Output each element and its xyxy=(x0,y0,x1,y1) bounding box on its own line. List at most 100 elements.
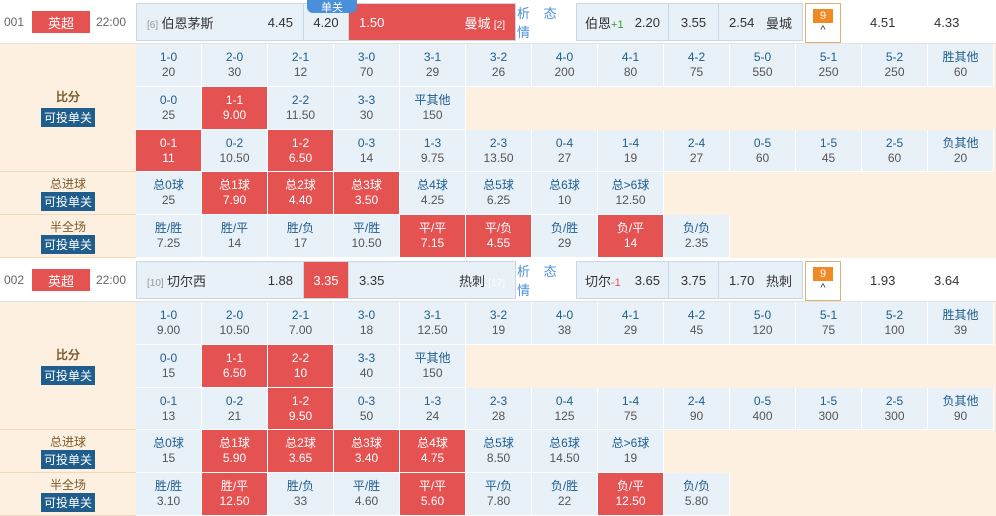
away-win-cell[interactable]: 3.35 热刺 [17] xyxy=(349,262,515,298)
away-win-cell[interactable]: 1.50 曼城 [2] xyxy=(349,4,515,40)
score-option[interactable]: 2-2 10 xyxy=(268,345,334,388)
halffull-option[interactable]: 胜/负 17 xyxy=(268,215,334,258)
home-win-cell[interactable]: [6] 伯恩茅斯 4.45 xyxy=(137,4,304,40)
score-option[interactable]: 5-1 250 xyxy=(796,44,862,87)
halffull-option[interactable]: 平/负 4.55 xyxy=(466,215,532,258)
handicap-win[interactable]: 伯恩+1 2.20 xyxy=(577,4,669,40)
score-option[interactable]: 5-0 120 xyxy=(730,302,796,345)
league-badge[interactable]: 英超 xyxy=(32,269,90,291)
halffull-option[interactable]: 胜/胜 7.25 xyxy=(136,215,202,258)
score-option[interactable]: 5-2 100 xyxy=(862,302,928,345)
score-option[interactable]: 1-0 20 xyxy=(136,44,202,87)
score-option[interactable]: 4-1 80 xyxy=(598,44,664,87)
single-allowed-badge[interactable]: 可投单关 xyxy=(40,493,95,512)
single-allowed-badge[interactable]: 可投单关 xyxy=(40,108,95,127)
goals-option[interactable]: 总4球 4.25 xyxy=(400,172,466,215)
score-option[interactable]: 1-3 9.75 xyxy=(400,130,466,172)
score-option[interactable]: 2-1 7.00 xyxy=(268,302,334,345)
score-option[interactable]: 2-0 10.50 xyxy=(202,302,268,345)
score-option[interactable]: 1-2 9.50 xyxy=(268,388,334,430)
single-allowed-badge[interactable]: 可投单关 xyxy=(40,192,95,211)
analysis-links[interactable]: 析 态 情 xyxy=(517,3,573,41)
score-option[interactable]: 2-3 13.50 xyxy=(466,130,532,172)
halffull-option[interactable]: 胜/胜 3.10 xyxy=(136,473,202,516)
score-option[interactable]: 胜其他 39 xyxy=(928,302,994,345)
score-option[interactable]: 平其他 150 xyxy=(400,345,466,388)
halffull-option[interactable]: 平/负 7.80 xyxy=(466,473,532,516)
score-option[interactable]: 负其他 20 xyxy=(928,130,994,172)
score-option[interactable]: 3-0 70 xyxy=(334,44,400,87)
halffull-option[interactable]: 平/平 5.60 xyxy=(400,473,466,516)
score-option[interactable]: 0-3 14 xyxy=(334,130,400,172)
draw-odds[interactable]: 3.35 xyxy=(304,262,349,298)
more-options-toggle[interactable]: 9 ^ xyxy=(805,261,841,301)
goals-option[interactable]: 总1球 5.90 xyxy=(202,430,268,473)
score-option[interactable]: 3-3 40 xyxy=(334,345,400,388)
score-option[interactable]: 1-1 6.50 xyxy=(202,345,268,388)
single-allowed-badge[interactable]: 可投单关 xyxy=(40,450,95,469)
score-option[interactable]: 0-4 125 xyxy=(532,388,598,430)
score-option[interactable]: 0-4 27 xyxy=(532,130,598,172)
handicap-lose[interactable]: 2.54 曼城 xyxy=(719,4,802,40)
goals-option[interactable]: 总5球 8.50 xyxy=(466,430,532,473)
score-option[interactable]: 1-3 24 xyxy=(400,388,466,430)
score-option[interactable]: 1-4 19 xyxy=(598,130,664,172)
handicap-lose[interactable]: 1.70 热刺 xyxy=(719,262,802,298)
halffull-option[interactable]: 胜/负 33 xyxy=(268,473,334,516)
goals-option[interactable]: 总6球 10 xyxy=(532,172,598,215)
score-option[interactable]: 2-1 12 xyxy=(268,44,334,87)
goals-option[interactable]: 总2球 3.65 xyxy=(268,430,334,473)
score-option[interactable]: 0-3 50 xyxy=(334,388,400,430)
handicap-draw-odds[interactable]: 3.75 xyxy=(669,262,719,298)
score-option[interactable]: 2-3 28 xyxy=(466,388,532,430)
score-option[interactable]: 5-0 550 xyxy=(730,44,796,87)
score-option[interactable]: 1-5 300 xyxy=(796,388,862,430)
more-options-toggle[interactable]: 9 ^ xyxy=(805,3,841,43)
goals-option[interactable]: 总0球 25 xyxy=(136,172,202,215)
halffull-option[interactable]: 胜/平 12.50 xyxy=(202,473,268,516)
halffull-option[interactable]: 平/胜 4.60 xyxy=(334,473,400,516)
goals-option[interactable]: 总5球 6.25 xyxy=(466,172,532,215)
goals-option[interactable]: 总3球 3.40 xyxy=(334,430,400,473)
score-option[interactable]: 2-4 90 xyxy=(664,388,730,430)
score-option[interactable]: 胜其他 60 xyxy=(928,44,994,87)
halffull-option[interactable]: 负/胜 22 xyxy=(532,473,598,516)
halffull-option[interactable]: 胜/平 14 xyxy=(202,215,268,258)
single-allowed-badge[interactable]: 可投单关 xyxy=(40,366,95,385)
score-option[interactable]: 0-0 15 xyxy=(136,345,202,388)
score-option[interactable]: 1-0 9.00 xyxy=(136,302,202,345)
score-option[interactable]: 4-1 29 xyxy=(598,302,664,345)
score-option[interactable]: 3-2 19 xyxy=(466,302,532,345)
goals-option[interactable]: 总>6球 12.50 xyxy=(598,172,664,215)
score-option[interactable]: 3-3 30 xyxy=(334,87,400,130)
score-option[interactable]: 3-1 12.50 xyxy=(400,302,466,345)
score-option[interactable]: 平其他 150 xyxy=(400,87,466,130)
home-win-cell[interactable]: [10] 切尔西 1.88 xyxy=(137,262,304,298)
score-option[interactable]: 2-5 300 xyxy=(862,388,928,430)
goals-option[interactable]: 总>6球 19 xyxy=(598,430,664,473)
score-option[interactable]: 0-0 25 xyxy=(136,87,202,130)
goals-option[interactable]: 总0球 15 xyxy=(136,430,202,473)
league-badge[interactable]: 英超 xyxy=(32,11,90,33)
score-option[interactable]: 2-5 60 xyxy=(862,130,928,172)
single-allowed-badge[interactable]: 可投单关 xyxy=(40,235,95,254)
score-option[interactable]: 2-0 30 xyxy=(202,44,268,87)
score-option[interactable]: 0-1 13 xyxy=(136,388,202,430)
halffull-option[interactable]: 负/平 12.50 xyxy=(598,473,664,516)
halffull-option[interactable]: 负/负 2.35 xyxy=(664,215,730,258)
score-option[interactable]: 2-2 11.50 xyxy=(268,87,334,130)
score-option[interactable]: 0-5 400 xyxy=(730,388,796,430)
halffull-option[interactable]: 负/负 5.80 xyxy=(664,473,730,516)
goals-option[interactable]: 总4球 4.75 xyxy=(400,430,466,473)
score-option[interactable]: 0-2 10.50 xyxy=(202,130,268,172)
score-option[interactable]: 1-2 6.50 xyxy=(268,130,334,172)
score-option[interactable]: 1-5 45 xyxy=(796,130,862,172)
score-option[interactable]: 2-4 27 xyxy=(664,130,730,172)
handicap-draw-odds[interactable]: 3.55 xyxy=(669,4,719,40)
score-option[interactable]: 3-0 18 xyxy=(334,302,400,345)
score-option[interactable]: 4-2 75 xyxy=(664,44,730,87)
halffull-option[interactable]: 平/胜 10.50 xyxy=(334,215,400,258)
score-option[interactable]: 0-2 21 xyxy=(202,388,268,430)
score-option[interactable]: 4-2 45 xyxy=(664,302,730,345)
score-option[interactable]: 1-4 75 xyxy=(598,388,664,430)
